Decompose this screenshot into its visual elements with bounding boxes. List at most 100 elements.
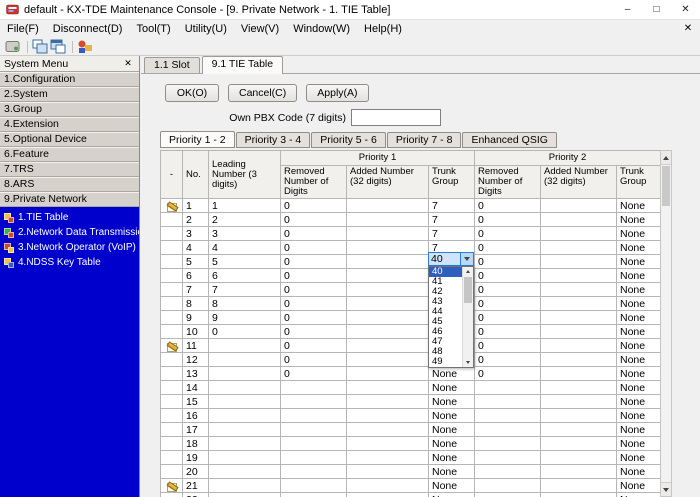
row-edit-cell[interactable]: [161, 437, 183, 451]
tab-enhanced-qsig[interactable]: Enhanced QSIG: [462, 132, 556, 148]
cell-p1-trunk[interactable]: None: [429, 479, 475, 493]
cell-p2-removed[interactable]: 0: [475, 339, 541, 353]
cell-p2-trunk[interactable]: None: [617, 479, 661, 493]
cell-p1-removed[interactable]: 0: [281, 213, 347, 227]
cell-leading[interactable]: [209, 353, 281, 367]
cell-p2-trunk[interactable]: None: [617, 255, 661, 269]
sidebar-subitem-tie-table[interactable]: 1.TIE Table: [0, 210, 139, 225]
cell-leading[interactable]: 5: [209, 255, 281, 269]
cell-leading[interactable]: [209, 395, 281, 409]
sidebar-item-private-network[interactable]: 9.Private Network: [0, 192, 139, 207]
tab-priority-3-4[interactable]: Priority 3 - 4: [236, 132, 311, 148]
maximize-icon[interactable]: □: [642, 0, 671, 19]
cell-p2-removed[interactable]: 0: [475, 227, 541, 241]
cell-p2-removed[interactable]: [475, 381, 541, 395]
row-edit-cell[interactable]: [161, 493, 183, 497]
cell-p2-trunk[interactable]: None: [617, 325, 661, 339]
row-edit-cell[interactable]: [161, 269, 183, 283]
cell-p1-removed[interactable]: [281, 465, 347, 479]
cell-leading[interactable]: [209, 409, 281, 423]
cell-p1-added[interactable]: [347, 325, 429, 339]
row-edit-cell[interactable]: [161, 325, 183, 339]
cell-p2-trunk[interactable]: None: [617, 311, 661, 325]
cell-p2-trunk[interactable]: None: [617, 367, 661, 381]
own-pbx-input[interactable]: [351, 109, 441, 126]
sidebar-item-group[interactable]: 3.Group: [0, 102, 139, 117]
menu-item-help[interactable]: Help(H): [357, 20, 409, 38]
cell-no[interactable]: 11: [183, 339, 209, 353]
cell-p1-added[interactable]: [347, 381, 429, 395]
cell-leading[interactable]: [209, 493, 281, 497]
cell-p2-removed[interactable]: [475, 451, 541, 465]
cell-p2-trunk[interactable]: None: [617, 269, 661, 283]
cell-leading[interactable]: 6: [209, 269, 281, 283]
profile-icon[interactable]: [77, 39, 93, 54]
cell-p1-removed[interactable]: [281, 437, 347, 451]
cell-p1-trunk[interactable]: None: [429, 493, 475, 497]
cell-p1-removed[interactable]: [281, 409, 347, 423]
cell-leading[interactable]: [209, 479, 281, 493]
scroll-down-icon[interactable]: [661, 482, 671, 496]
cell-p1-removed[interactable]: [281, 423, 347, 437]
cell-leading[interactable]: 8: [209, 297, 281, 311]
cell-p1-removed[interactable]: 0: [281, 353, 347, 367]
menu-item-view[interactable]: View(V): [234, 20, 286, 38]
cell-p1-added[interactable]: [347, 395, 429, 409]
cell-p2-added[interactable]: [541, 199, 617, 213]
table-vertical-scrollbar[interactable]: [660, 150, 672, 497]
cell-no[interactable]: 13: [183, 367, 209, 381]
cell-p1-added[interactable]: [347, 311, 429, 325]
cell-p2-added[interactable]: [541, 255, 617, 269]
sidebar-item-extension[interactable]: 4.Extension: [0, 117, 139, 132]
cell-p2-trunk[interactable]: None: [617, 409, 661, 423]
cell-no[interactable]: 2: [183, 213, 209, 227]
cell-no[interactable]: 16: [183, 409, 209, 423]
cell-no[interactable]: 21: [183, 479, 209, 493]
cell-p1-added[interactable]: [347, 423, 429, 437]
sidebar-subitem-ndss-key-table[interactable]: 4.NDSS Key Table: [0, 255, 139, 270]
cell-p2-trunk[interactable]: None: [617, 451, 661, 465]
cell-no[interactable]: 8: [183, 297, 209, 311]
cell-p1-removed[interactable]: 0: [281, 297, 347, 311]
cell-p2-removed[interactable]: 0: [475, 311, 541, 325]
cell-p1-removed[interactable]: [281, 451, 347, 465]
cell-p1-added[interactable]: [347, 269, 429, 283]
cell-p1-trunk[interactable]: None: [429, 437, 475, 451]
tab-priority-7-8[interactable]: Priority 7 - 8: [387, 132, 462, 148]
minimize-icon[interactable]: –: [613, 0, 642, 19]
sidebar-item-configuration[interactable]: 1.Configuration: [0, 72, 139, 87]
cell-leading[interactable]: [209, 451, 281, 465]
row-edit-cell[interactable]: [161, 451, 183, 465]
cell-no[interactable]: 9: [183, 311, 209, 325]
row-edit-cell[interactable]: [161, 297, 183, 311]
cell-p2-added[interactable]: [541, 297, 617, 311]
row-edit-cell[interactable]: [161, 311, 183, 325]
cell-p2-removed[interactable]: 0: [475, 353, 541, 367]
cell-p2-added[interactable]: [541, 283, 617, 297]
cell-no[interactable]: 20: [183, 465, 209, 479]
cell-p1-trunk[interactable]: None: [429, 465, 475, 479]
cell-p2-removed[interactable]: 0: [475, 297, 541, 311]
tab-priority-5-6[interactable]: Priority 5 - 6: [311, 132, 386, 148]
cell-leading[interactable]: [209, 339, 281, 353]
sidebar-item-trs[interactable]: 7.TRS: [0, 162, 139, 177]
cell-p1-added[interactable]: [347, 241, 429, 255]
cell-p2-removed[interactable]: 0: [475, 241, 541, 255]
cell-p2-removed[interactable]: 0: [475, 325, 541, 339]
cell-leading[interactable]: 2: [209, 213, 281, 227]
cell-p1-trunk[interactable]: None: [429, 409, 475, 423]
cell-leading[interactable]: [209, 381, 281, 395]
cell-p1-trunk[interactable]: None: [429, 423, 475, 437]
cell-p1-added[interactable]: [347, 255, 429, 269]
cell-p1-added[interactable]: [347, 353, 429, 367]
cell-p2-trunk[interactable]: None: [617, 381, 661, 395]
cell-p2-trunk[interactable]: None: [617, 283, 661, 297]
cell-p2-removed[interactable]: 0: [475, 199, 541, 213]
cell-no[interactable]: 19: [183, 451, 209, 465]
cell-p2-added[interactable]: [541, 227, 617, 241]
dropdown-scrollbar[interactable]: [462, 267, 473, 367]
cell-leading[interactable]: 0: [209, 325, 281, 339]
cell-no[interactable]: 6: [183, 269, 209, 283]
row-edit-cell[interactable]: [161, 353, 183, 367]
cell-p1-added[interactable]: [347, 199, 429, 213]
